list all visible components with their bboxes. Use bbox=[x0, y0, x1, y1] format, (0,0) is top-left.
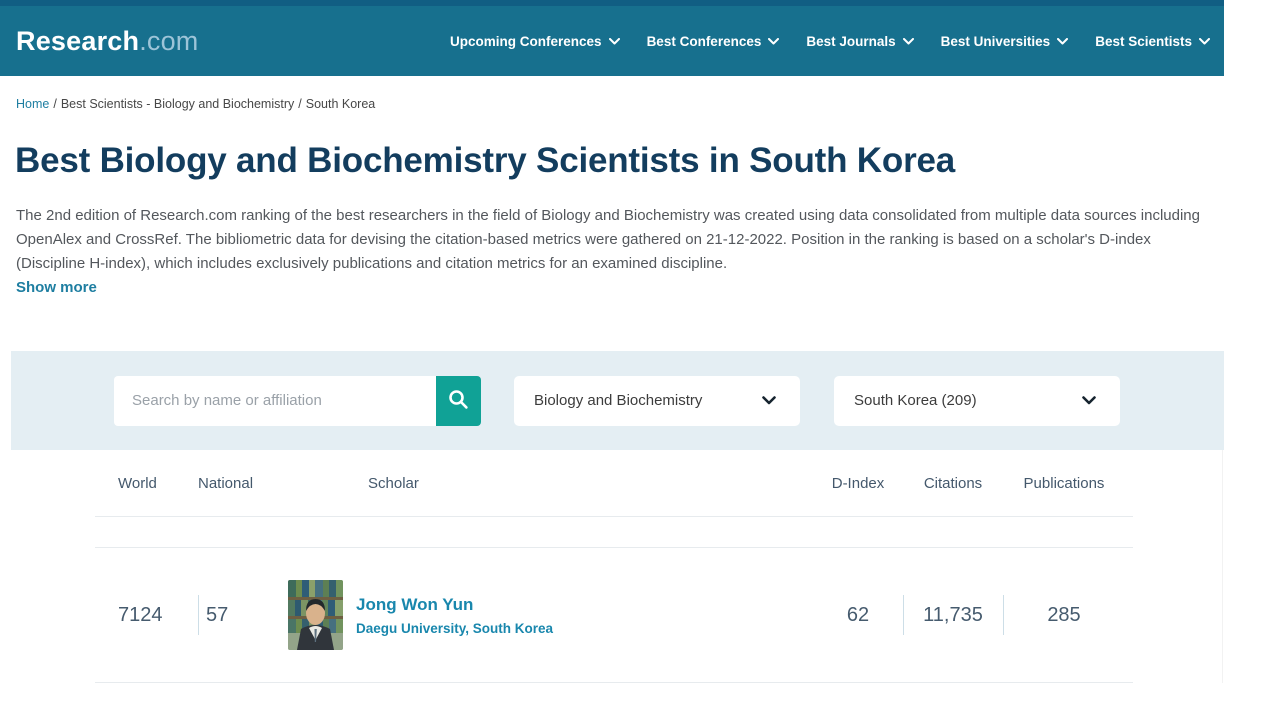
world-rank-cell: 7124 bbox=[118, 548, 198, 682]
breadcrumb-section: Best Scientists - Biology and Biochemist… bbox=[61, 97, 294, 111]
breadcrumb: Home / Best Scientists - Biology and Bioch… bbox=[16, 97, 1224, 112]
table-header-row: World National Scholar D-Index Citations… bbox=[0, 450, 1222, 516]
chevron-down-icon bbox=[1199, 38, 1210, 45]
chevron-down-icon bbox=[1082, 392, 1096, 409]
page-description: The 2nd edition of Research.com ranking … bbox=[16, 204, 1214, 276]
vertical-divider bbox=[903, 595, 904, 635]
nav-item-best-conferences[interactable]: Best Conferences bbox=[647, 34, 780, 49]
scholar-text: Jong Won Yun Daegu University, South Kor… bbox=[356, 595, 553, 636]
national-rank-cell: 57 bbox=[198, 548, 288, 682]
column-header-citations: Citations bbox=[903, 475, 1003, 492]
national-rank-value: 57 bbox=[206, 604, 228, 627]
nav-item-best-universities[interactable]: Best Universities bbox=[941, 34, 1069, 49]
nav-item-label: Best Universities bbox=[941, 34, 1051, 49]
breadcrumb-separator: / bbox=[53, 97, 56, 111]
world-rank-value: 7124 bbox=[118, 604, 163, 627]
research-com-logo[interactable]: Research.com bbox=[16, 26, 199, 57]
scholar-photo[interactable] bbox=[288, 580, 343, 650]
chevron-down-icon bbox=[903, 38, 914, 45]
table-row: 7124 57 bbox=[0, 548, 1222, 682]
search-input[interactable] bbox=[114, 376, 436, 426]
filter-band: Biology and Biochemistry South Korea (20… bbox=[11, 351, 1224, 450]
d-index-value: 62 bbox=[847, 604, 869, 627]
nav-item-upcoming-conferences[interactable]: Upcoming Conferences bbox=[450, 34, 620, 49]
publications-cell: 285 bbox=[1003, 548, 1125, 682]
scholar-affiliation-link[interactable]: Daegu University, South Korea bbox=[356, 621, 553, 636]
spacer bbox=[0, 517, 1222, 547]
country-select[interactable]: South Korea (209) bbox=[834, 376, 1120, 426]
breadcrumb-separator: / bbox=[298, 97, 301, 111]
logo-primary-text: Research bbox=[16, 26, 139, 56]
show-more-link[interactable]: Show more bbox=[16, 276, 97, 300]
nav-menu: Upcoming Conferences Best Conferences Be… bbox=[450, 34, 1210, 49]
column-header-scholar: Scholar bbox=[288, 475, 813, 492]
chevron-down-icon bbox=[609, 38, 620, 45]
scholar-name-link[interactable]: Jong Won Yun bbox=[356, 595, 553, 615]
citations-cell: 11,735 bbox=[903, 548, 1003, 682]
nav-item-best-scientists[interactable]: Best Scientists bbox=[1095, 34, 1210, 49]
discipline-selected-value: Biology and Biochemistry bbox=[534, 392, 702, 409]
discipline-select[interactable]: Biology and Biochemistry bbox=[514, 376, 800, 426]
page-title: Best Biology and Biochemistry Scientists… bbox=[15, 140, 1224, 182]
vertical-divider bbox=[1003, 595, 1004, 635]
nav-item-label: Best Journals bbox=[806, 34, 895, 49]
d-index-cell: 62 bbox=[813, 548, 903, 682]
breadcrumb-home-link[interactable]: Home bbox=[16, 97, 49, 111]
nav-item-label: Best Conferences bbox=[647, 34, 762, 49]
chevron-down-icon bbox=[1057, 38, 1068, 45]
breadcrumb-current: South Korea bbox=[306, 97, 376, 111]
vertical-divider bbox=[198, 595, 199, 635]
publications-value: 285 bbox=[1047, 604, 1080, 627]
nav-item-best-journals[interactable]: Best Journals bbox=[806, 34, 913, 49]
scholar-cell: Jong Won Yun Daegu University, South Kor… bbox=[288, 548, 813, 682]
column-header-national: National bbox=[198, 475, 288, 492]
search-button[interactable] bbox=[436, 376, 481, 426]
divider bbox=[95, 682, 1133, 683]
column-header-publications: Publications bbox=[1003, 475, 1125, 492]
nav-item-label: Upcoming Conferences bbox=[450, 34, 602, 49]
nav-item-label: Best Scientists bbox=[1095, 34, 1192, 49]
search-bar bbox=[114, 376, 481, 426]
citations-value: 11,735 bbox=[923, 604, 983, 627]
country-selected-value: South Korea (209) bbox=[854, 392, 977, 409]
column-header-d-index: D-Index bbox=[813, 475, 903, 492]
chevron-down-icon bbox=[768, 38, 779, 45]
search-icon bbox=[448, 389, 469, 413]
page-root: Research.com Upcoming Conferences Best C… bbox=[0, 0, 1224, 683]
top-navbar: Research.com Upcoming Conferences Best C… bbox=[0, 6, 1224, 76]
chevron-down-icon bbox=[762, 392, 776, 409]
column-header-world: World bbox=[118, 475, 198, 492]
logo-secondary-text: .com bbox=[139, 26, 198, 56]
ranking-table: World National Scholar D-Index Citations… bbox=[0, 450, 1223, 683]
